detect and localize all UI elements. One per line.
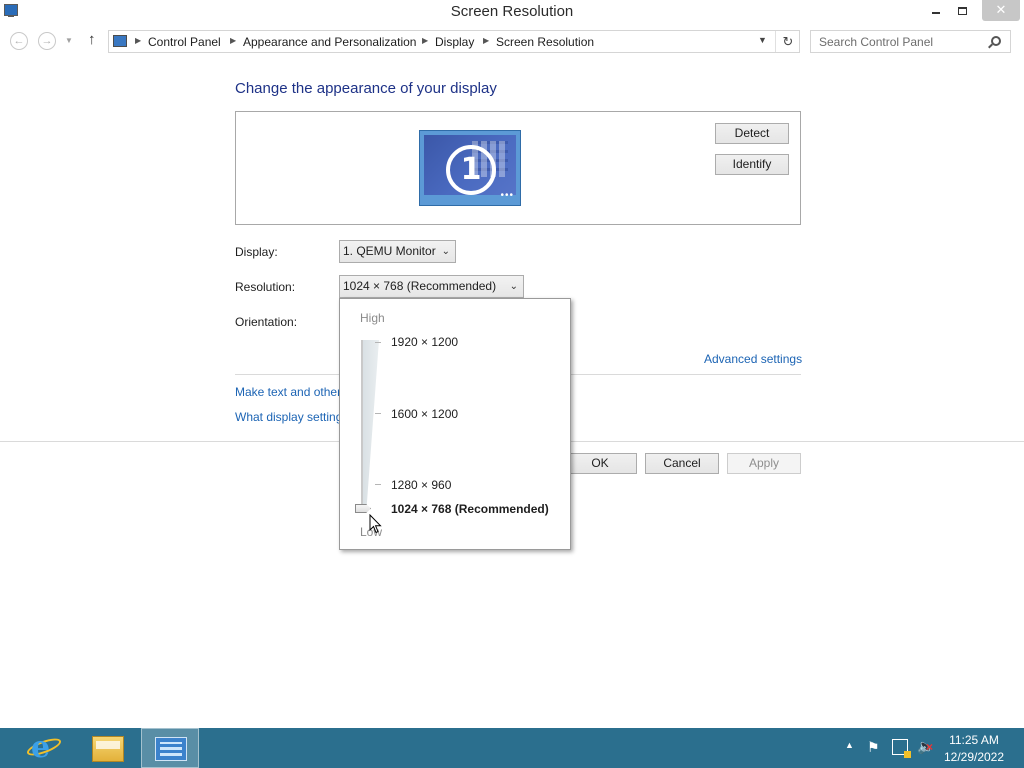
- search-icon[interactable]: [991, 36, 1001, 46]
- resolution-option-1024x768[interactable]: 1024 × 768 (Recommended): [391, 502, 549, 516]
- display-settings-help-link[interactable]: What display setting: [235, 410, 342, 424]
- detect-button[interactable]: Detect: [715, 123, 789, 144]
- monitor-dots-icon: •••: [500, 190, 514, 201]
- resolution-option-1280x960[interactable]: 1280 × 960: [391, 478, 451, 492]
- slider-high-label: High: [360, 311, 385, 325]
- control-panel-location-icon: [113, 35, 127, 47]
- breadcrumb-separator-icon[interactable]: ▶: [230, 36, 236, 45]
- clock-date[interactable]: 12/29/2022: [942, 750, 1006, 764]
- internet-explorer-icon: e: [31, 730, 51, 765]
- chevron-down-icon: ▼: [758, 35, 767, 45]
- close-button[interactable]: ✕: [982, 0, 1020, 21]
- taskbar-internet-explorer[interactable]: e: [17, 728, 75, 768]
- refresh-icon: ↻: [782, 34, 794, 49]
- resolution-label: Resolution:: [235, 280, 296, 294]
- advanced-settings-link[interactable]: Advanced settings: [704, 352, 802, 366]
- restore-icon: [957, 6, 967, 15]
- breadcrumb-display[interactable]: Display: [435, 35, 474, 49]
- up-arrow-icon: ↑: [88, 31, 96, 48]
- ok-button[interactable]: OK: [563, 453, 637, 474]
- chevron-down-icon: ⌄: [509, 281, 518, 292]
- resolution-dropdown[interactable]: High 1920 × 1200 1600 × 1200 1280 × 960 …: [339, 298, 571, 550]
- chevron-down-icon: ▼: [65, 36, 73, 45]
- resolution-option-1600x1200[interactable]: 1600 × 1200: [391, 407, 458, 421]
- breadcrumb-control-panel[interactable]: Control Panel: [148, 35, 221, 49]
- close-icon: ✕: [995, 2, 1007, 17]
- display-select-value: 1. QEMU Monitor: [343, 244, 436, 258]
- chevron-down-icon: ⌄: [441, 246, 450, 257]
- taskbar-file-explorer[interactable]: [79, 728, 137, 768]
- forward-button[interactable]: →: [38, 32, 56, 50]
- recent-locations-button[interactable]: ▼: [65, 36, 73, 45]
- minimize-button[interactable]: [922, 0, 950, 21]
- monitor-1-thumbnail[interactable]: 1 •••: [419, 130, 521, 206]
- chevron-up-icon: ▲: [845, 740, 854, 750]
- resolution-slider-thumb[interactable]: [355, 504, 371, 513]
- navigation-bar: ← → ▼ ↑ ▶ Control Panel ▶ Appearance and…: [0, 28, 1024, 54]
- volume-muted-icon[interactable]: 🔈: [917, 738, 934, 768]
- title-bar: Screen Resolution ✕: [0, 0, 1024, 23]
- search-box[interactable]: [810, 30, 1011, 53]
- network-icon[interactable]: [892, 739, 911, 758]
- page-title: Change the appearance of your display: [235, 80, 497, 97]
- resolution-select[interactable]: 1024 × 768 (Recommended) ⌄: [339, 275, 524, 298]
- display-preview-panel: 1 ••• Detect Identify: [235, 111, 801, 225]
- resolution-option-1920x1200[interactable]: 1920 × 1200: [391, 335, 458, 349]
- slider-tick: [375, 484, 381, 485]
- forward-arrow-icon: →: [41, 35, 53, 47]
- up-button[interactable]: ↑: [88, 31, 96, 48]
- maximize-button[interactable]: [948, 0, 976, 21]
- apply-button[interactable]: Apply: [727, 453, 801, 474]
- monitor-number: 1: [446, 145, 496, 195]
- orientation-label: Orientation:: [235, 315, 298, 329]
- address-history-button[interactable]: ▼: [758, 35, 767, 45]
- search-input[interactable]: [811, 31, 981, 52]
- back-button[interactable]: ←: [10, 32, 28, 50]
- action-center-icon[interactable]: ⚑: [867, 739, 880, 768]
- refresh-button[interactable]: ↻: [775, 31, 800, 52]
- cancel-button[interactable]: Cancel: [645, 453, 719, 474]
- taskbar: e ▲ ⚑ 🔈: [0, 728, 1024, 768]
- control-panel-icon: [155, 737, 187, 761]
- file-explorer-icon: [92, 736, 124, 762]
- breadcrumb-separator-icon[interactable]: ▶: [422, 36, 428, 45]
- breadcrumb-separator-icon[interactable]: ▶: [483, 36, 489, 45]
- breadcrumb-appearance[interactable]: Appearance and Personalization: [243, 35, 416, 49]
- taskbar-control-panel[interactable]: [141, 728, 199, 768]
- identify-button[interactable]: Identify: [715, 154, 789, 175]
- address-bar[interactable]: ▶ Control Panel ▶ Appearance and Persona…: [108, 30, 800, 53]
- display-label: Display:: [235, 245, 278, 259]
- text-size-link[interactable]: Make text and other: [235, 385, 341, 399]
- show-hidden-icons-button[interactable]: ▲: [845, 740, 854, 768]
- window-title: Screen Resolution: [450, 3, 574, 20]
- mouse-cursor-icon: [369, 514, 382, 534]
- slider-tick: [375, 413, 381, 414]
- monitor-screen: 1: [424, 135, 516, 195]
- minimize-icon: [932, 11, 940, 14]
- breadcrumb-separator-icon: ▶: [135, 36, 142, 45]
- breadcrumb-screen-resolution[interactable]: Screen Resolution: [496, 35, 594, 49]
- display-select[interactable]: 1. QEMU Monitor ⌄: [339, 240, 456, 263]
- slider-track-edge: [361, 340, 363, 508]
- back-arrow-icon: ←: [13, 35, 25, 47]
- slider-tick: [375, 342, 381, 343]
- resolution-select-value: 1024 × 768 (Recommended): [343, 279, 497, 293]
- clock-time[interactable]: 11:25 AM: [946, 733, 1002, 747]
